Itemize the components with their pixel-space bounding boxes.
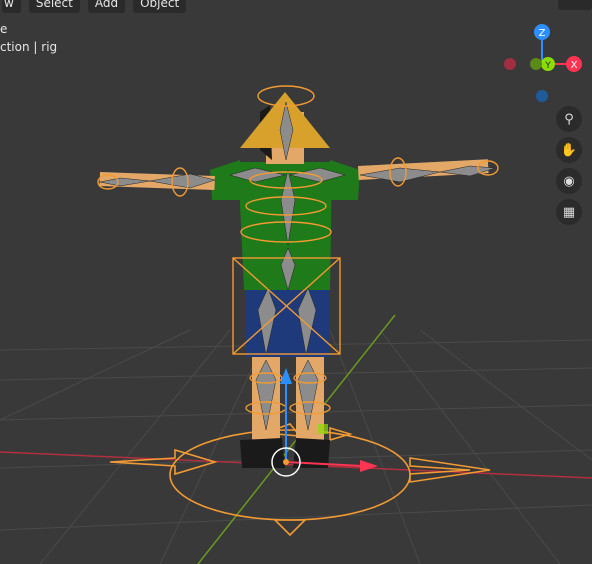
menu-add[interactable]: Add — [87, 0, 126, 13]
pan-hand-icon: ✋ — [560, 142, 578, 158]
x-axis-label: X — [571, 60, 578, 71]
zoom-button[interactable]: ⚲ — [556, 106, 582, 132]
camera-icon: ◉ — [563, 173, 575, 189]
y-axis-label: Y — [544, 61, 551, 71]
viewport-collection-text: ction | rig — [0, 40, 58, 54]
header-menu: w Select Add Object — [0, 0, 187, 13]
pan-button[interactable]: ✋ — [556, 137, 582, 163]
menu-select[interactable]: Select — [28, 0, 80, 13]
z-axis-label: Z — [539, 28, 546, 39]
viewport-shading-dropdown[interactable] — [558, 0, 592, 10]
camera-view-button[interactable]: ◉ — [556, 168, 582, 194]
menu-object[interactable]: Object — [133, 0, 187, 13]
viewport-mode-text: e — [0, 22, 8, 36]
grid-icon: ▦ — [562, 204, 576, 220]
zoom-icon: ⚲ — [564, 111, 574, 127]
toggle-ortho-button[interactable]: ▦ — [556, 199, 582, 225]
3d-viewport[interactable]: Z X Y — [0, 0, 592, 564]
menu-view[interactable]: w — [2, 0, 21, 13]
navigation-gizmo[interactable]: Z X Y — [504, 24, 582, 102]
